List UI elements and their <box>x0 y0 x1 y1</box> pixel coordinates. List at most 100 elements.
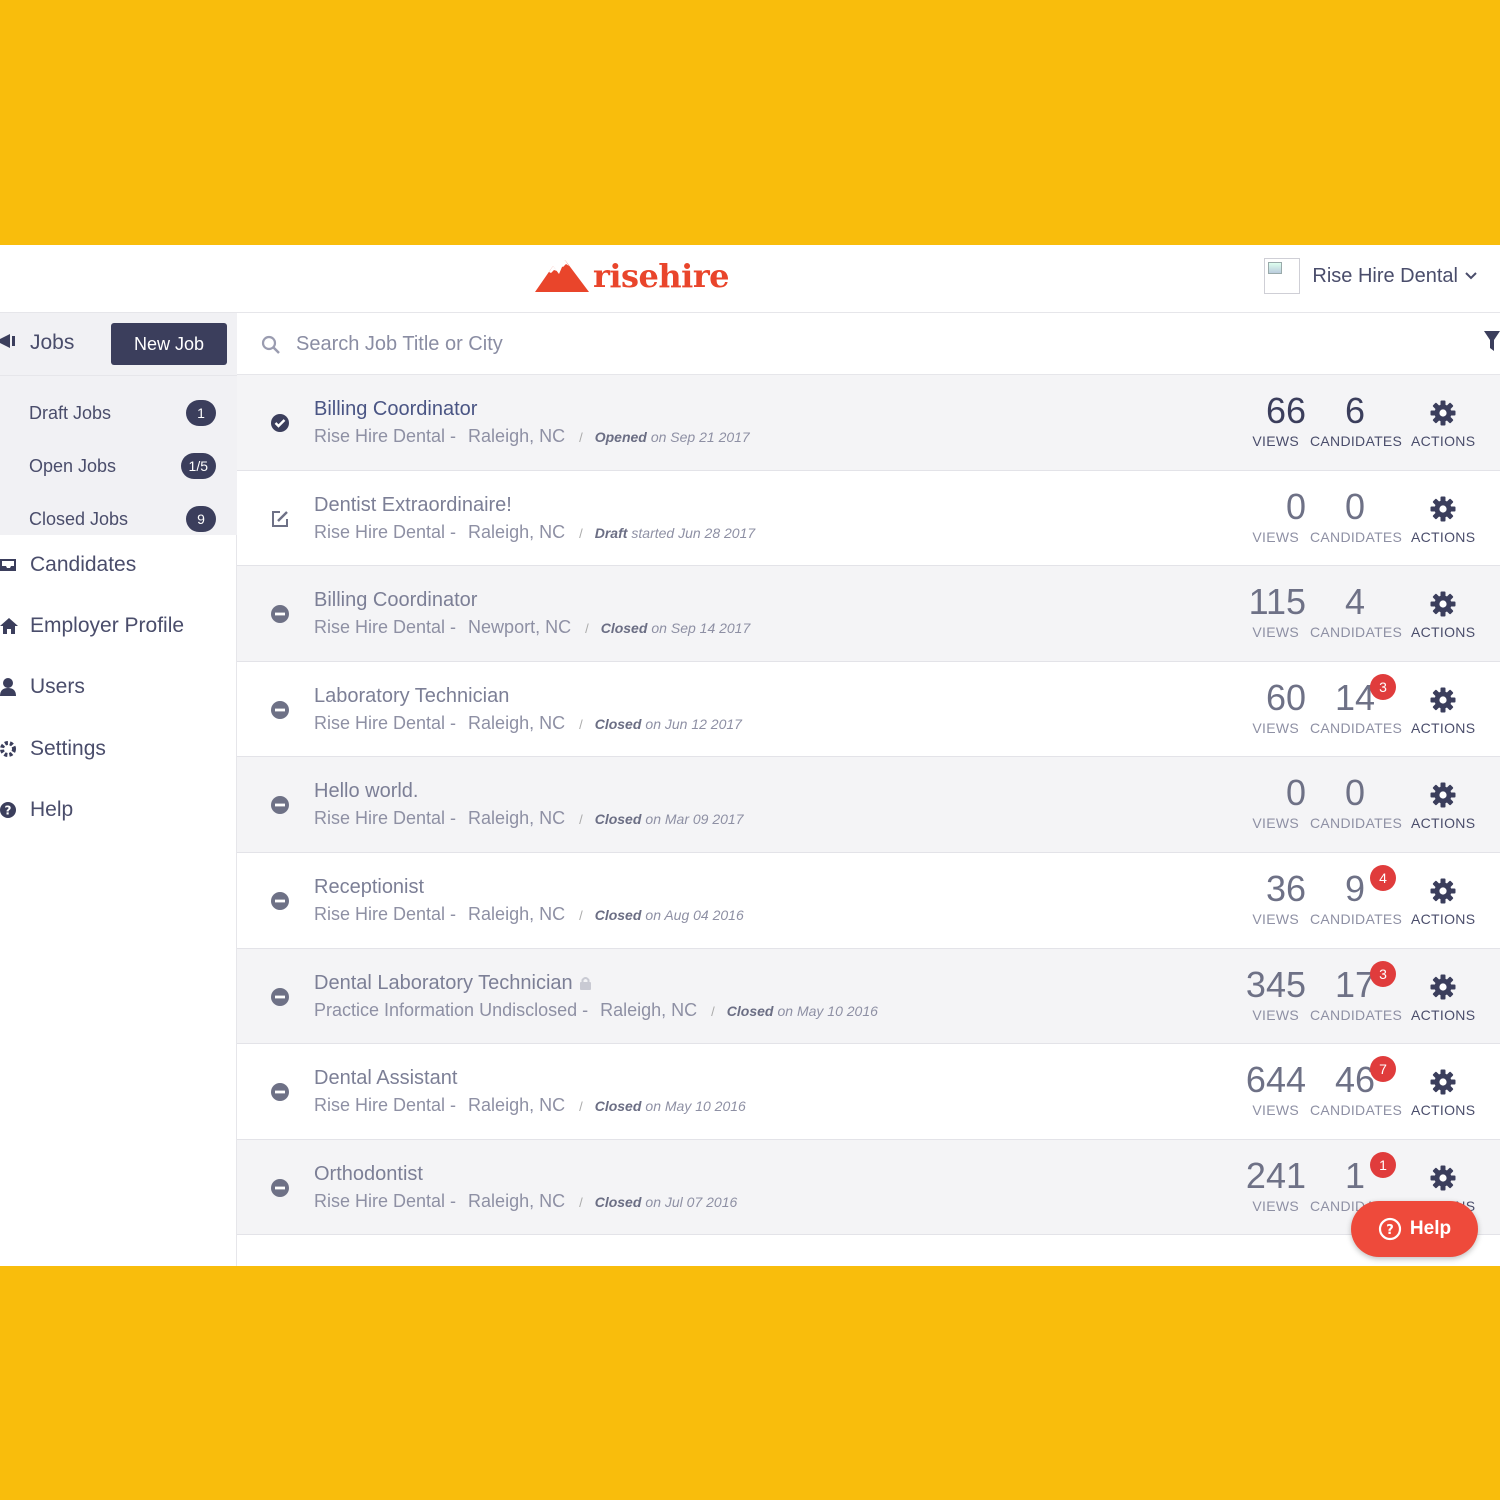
job-status: Closed <box>594 906 642 923</box>
job-location: Newport, NC <box>468 617 572 638</box>
actions-button[interactable]: ACTIONS <box>1411 590 1475 640</box>
job-title[interactable]: Dental Assistant <box>314 1067 457 1090</box>
sidebar-item-users[interactable]: Users <box>0 663 237 715</box>
meta-separator: / <box>711 1003 715 1019</box>
job-meta: Rise Hire Dental - Raleigh, NC / Draft start… <box>314 522 755 543</box>
actions-button[interactable]: ACTIONS <box>1411 877 1475 927</box>
job-location: Raleigh, NC <box>468 426 566 446</box>
job-row[interactable]: Dental Assistant Rise Hire Dental - Raleig… <box>237 1044 1500 1140</box>
gear-icon <box>1430 687 1456 713</box>
job-title[interactable]: Billing Coordinator <box>314 589 477 612</box>
job-meta: Practice Information Undisclosed - Raleig… <box>314 1000 878 1021</box>
actions-button[interactable]: ACTIONS <box>1411 1068 1475 1118</box>
sidebar-item-settings[interactable]: Settings <box>0 725 237 777</box>
sidebar-item-closed-jobs[interactable]: Closed Jobs 9 <box>0 494 237 547</box>
job-row[interactable]: Billing Coordinator Rise Hire Dental - New… <box>237 566 1500 662</box>
job-company: Rise Hire Dental - <box>314 1190 457 1211</box>
sidebar-item-open-jobs[interactable]: Open Jobs 1/5 <box>0 441 237 494</box>
candidates-count: 4 <box>1344 581 1366 623</box>
job-title-text: Laboratory Technician <box>314 684 510 707</box>
sidebar-item-label: Help <box>30 798 74 821</box>
views-label: VIEWS <box>1252 624 1299 641</box>
sidebar-item-draft-jobs[interactable]: Draft Jobs 1 <box>0 388 237 441</box>
job-title-text: Orthodontist <box>314 1162 423 1185</box>
actions-button[interactable]: ACTIONS <box>1411 495 1475 545</box>
views-stat: 644 VIEWS <box>1230 1058 1310 1118</box>
actions-button[interactable]: ACTIONS <box>1411 781 1475 831</box>
job-title[interactable]: Dental Laboratory Technician <box>314 972 592 995</box>
count-badge: 9 <box>186 506 216 532</box>
candidates-stat[interactable]: 14 CANDIDATES 3 <box>1310 673 1402 736</box>
sidebar-item-employer-profile[interactable]: Employer Profile <box>0 602 237 654</box>
new-job-button[interactable]: New Job <box>111 323 227 365</box>
job-meta: Rise Hire Dental - Raleigh, NC / Opened on S… <box>314 426 750 447</box>
job-company: Rise Hire Dental - <box>314 808 457 829</box>
job-status: Closed <box>726 1002 774 1019</box>
job-status-date: on May 10 2016 <box>777 1002 878 1019</box>
job-row[interactable]: Hello world. Rise Hire Dental - Raleigh, N… <box>237 757 1500 853</box>
job-row[interactable]: Laboratory Technician Rise Hire Dental -R… <box>237 661 1500 758</box>
candidates-label: CANDIDATES <box>1310 910 1403 927</box>
actions-label: ACTIONS <box>1411 815 1476 832</box>
filter-icon[interactable] <box>1484 331 1500 353</box>
job-company: Rise Hire Dental - <box>314 903 457 924</box>
job-company: Rise Hire Dental - <box>314 712 457 733</box>
sidebar-item-help[interactable]: ? Help <box>0 786 237 838</box>
job-status-date: started Jun 28 2017 <box>631 524 756 541</box>
job-row[interactable]: Receptionist Rise Hire Dental - Raleigh, N… <box>237 852 1500 949</box>
brand-name: risehire <box>593 257 730 295</box>
candidates-stat[interactable]: 4 CANDIDATES <box>1310 580 1403 641</box>
job-row[interactable]: Dental Laboratory Technician Practice Inf… <box>237 948 1500 1045</box>
actions-button[interactable]: ACTIONS <box>1411 399 1475 449</box>
candidates-count: 0 <box>1344 772 1366 814</box>
gear-icon <box>1430 591 1456 617</box>
candidates-stat[interactable]: 46 CANDIDATES 7 <box>1310 1056 1402 1118</box>
candidates-stat[interactable]: 9 CANDIDATES 4 <box>1310 864 1403 927</box>
sidebar-item-label: Candidates <box>30 553 137 576</box>
job-title-text: Billing Coordinator <box>314 589 478 612</box>
views-count: 345 <box>1245 963 1306 1005</box>
help-button-label: Help <box>1409 1218 1452 1239</box>
jobs-submenu: Draft Jobs 1 Open Jobs 1/5 Closed Jobs 9 <box>0 375 237 535</box>
candidates-stat[interactable]: 17 CANDIDATES 3 <box>1310 960 1402 1023</box>
job-title-text: Billing Coordinator <box>314 398 478 420</box>
account-menu[interactable]: Rise Hire Dental <box>1264 258 1478 294</box>
sidebar-item-jobs[interactable]: Jobs New Job <box>0 313 237 375</box>
search-input[interactable] <box>296 325 1396 363</box>
candidates-stat[interactable]: 0 CANDIDATES <box>1310 485 1402 545</box>
sidebar-item-candidates[interactable]: Candidates <box>0 541 237 593</box>
job-row[interactable]: Billing Coordinator Rise Hire Dental - Ral… <box>237 375 1500 471</box>
views-stat: 345 VIEWS <box>1230 963 1310 1023</box>
views-stat: 36 VIEWS <box>1230 867 1310 927</box>
job-location: Raleigh, NC <box>600 999 698 1020</box>
job-title[interactable]: Laboratory Technician <box>314 685 509 708</box>
count-badge: 1 <box>186 400 216 426</box>
job-row[interactable]: Orthodontist Rise Hire Dental - Raleigh, N… <box>237 1139 1500 1236</box>
job-row[interactable]: Dentist Extraordinaire! Rise Hire Dental … <box>237 470 1500 567</box>
minus-circle-icon <box>271 987 289 1006</box>
views-count: 36 <box>1265 867 1306 909</box>
candidates-label: CANDIDATES <box>1310 815 1403 832</box>
job-title[interactable]: Hello world. <box>314 780 418 803</box>
meta-separator: / <box>579 1194 583 1210</box>
job-title[interactable]: Billing Coordinator <box>314 398 477 421</box>
actions-button[interactable]: ACTIONS <box>1411 973 1475 1023</box>
help-button[interactable]: ? Help <box>1351 1201 1478 1257</box>
job-title[interactable]: Dentist Extraordinaire! <box>314 494 512 517</box>
svg-text:?: ? <box>1386 1223 1394 1238</box>
job-title[interactable]: Orthodontist <box>314 1163 423 1186</box>
meta-separator: / <box>579 430 583 445</box>
job-status-date: on May 10 2016 <box>645 1098 746 1115</box>
job-title[interactable]: Receptionist <box>314 876 424 899</box>
views-label: VIEWS <box>1252 528 1299 545</box>
candidates-stat[interactable]: 0 CANDIDATES <box>1310 771 1403 832</box>
views-count: 0 <box>1285 485 1306 527</box>
gear-icon <box>1430 400 1456 426</box>
candidates-stat[interactable]: 6 CANDIDATES <box>1310 389 1402 449</box>
sidebar-item-label: Users <box>30 675 85 698</box>
candidates-label: CANDIDATES <box>1310 624 1403 641</box>
search-bar <box>237 313 1500 375</box>
job-location: Raleigh, NC <box>468 808 566 829</box>
actions-button[interactable]: ACTIONS <box>1411 686 1475 736</box>
risehire-logo[interactable]: risehire <box>535 251 730 301</box>
